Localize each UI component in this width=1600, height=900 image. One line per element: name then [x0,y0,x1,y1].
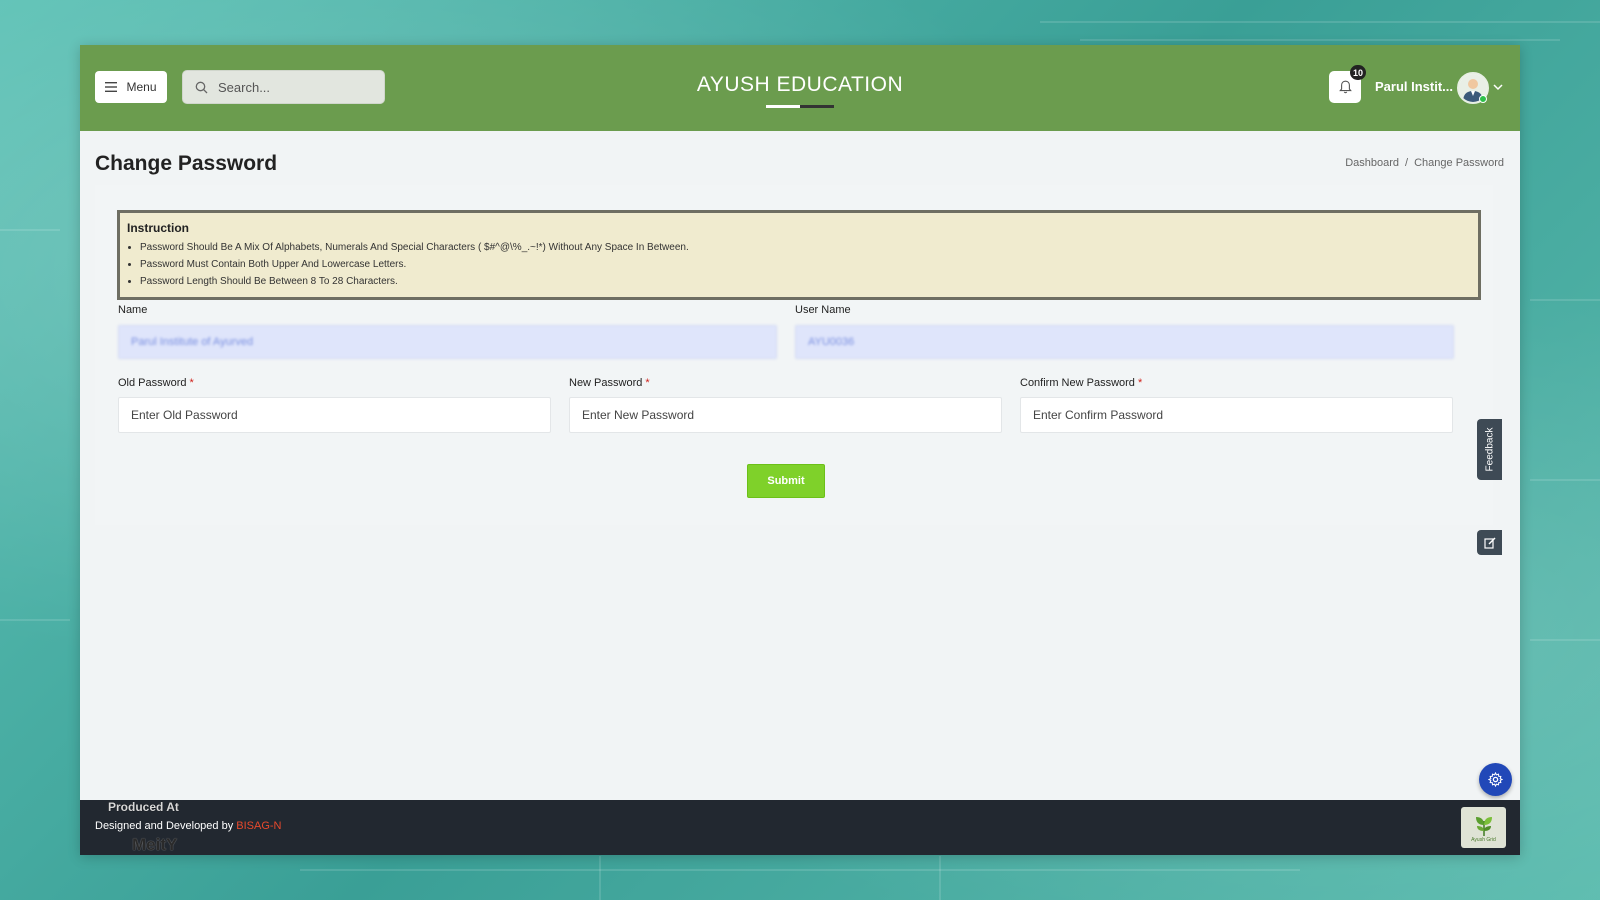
confirm-password-label: Confirm New Password * [1020,377,1142,389]
produced-at-text: Produced At [108,800,179,814]
old-password-label-text: Old Password [118,377,187,389]
username-field: AYU0036 [795,325,1454,359]
edit-icon [1483,537,1495,549]
name-label: Name [118,304,148,316]
footer-credit: Designed and Developed by BISAG-N [95,820,282,832]
breadcrumb: Dashboard / Change Password [1345,157,1504,169]
new-password-label: New Password * [569,377,650,389]
breadcrumb-separator: / [1405,157,1409,169]
settings-button[interactable] [1479,763,1512,796]
required-mark: * [645,377,650,389]
leaf-logo-icon [1475,816,1492,836]
instruction-item: Password Must Contain Both Upper And Low… [140,256,1470,273]
instruction-item: Password Length Should Be Between 8 To 2… [140,273,1470,290]
edit-tab[interactable] [1477,530,1502,555]
footer: Produced At Designed and Developed by BI… [80,800,1520,855]
instruction-item: Password Should Be A Mix Of Alphabets, N… [140,239,1470,256]
top-header: Menu AYUSH EDUCATION 10 Parul Instit... [80,45,1520,131]
meity-text: MeitY [132,835,178,854]
logo-caption: Ayush Grid [1471,836,1496,843]
feedback-label: Feedback [1484,427,1496,472]
title-underline [766,105,834,108]
app-window: Menu AYUSH EDUCATION 10 Parul Instit... [80,45,1520,855]
instruction-box: Instruction Password Should Be A Mix Of … [117,210,1481,300]
breadcrumb-dashboard[interactable]: Dashboard [1345,157,1399,169]
required-mark: * [189,377,194,389]
ayush-grid-logo: Ayush Grid [1461,807,1506,848]
new-password-label-text: New Password [569,377,643,389]
online-status-dot [1479,95,1487,103]
page-title: Change Password [95,152,278,175]
user-name[interactable]: Parul Instit... [1375,79,1453,94]
confirm-password-label-text: Confirm New Password [1020,377,1135,389]
instruction-list: Password Should Be A Mix Of Alphabets, N… [127,239,1470,290]
confirm-password-input[interactable] [1020,397,1453,433]
required-mark: * [1137,377,1143,389]
submit-button[interactable]: Submit [747,464,825,498]
app-title: AYUSH EDUCATION [696,73,904,96]
old-password-input[interactable] [118,397,551,433]
breadcrumb-current: Change Password [1414,157,1504,169]
footer-credit-prefix: Designed and Developed by [95,820,237,832]
feedback-tab[interactable]: Feedback [1477,419,1502,480]
bell-icon [1338,80,1352,94]
new-password-input[interactable] [569,397,1002,433]
name-field: Parul Institute of Ayurved [118,325,777,359]
gear-icon [1488,772,1503,787]
developer-link[interactable]: BISAG-N [236,820,281,832]
old-password-label: Old Password * [118,377,194,389]
instruction-heading: Instruction [127,221,189,235]
notification-badge: 10 [1350,65,1367,80]
username-label: User Name [795,304,851,316]
chevron-down-icon[interactable] [1492,81,1504,93]
